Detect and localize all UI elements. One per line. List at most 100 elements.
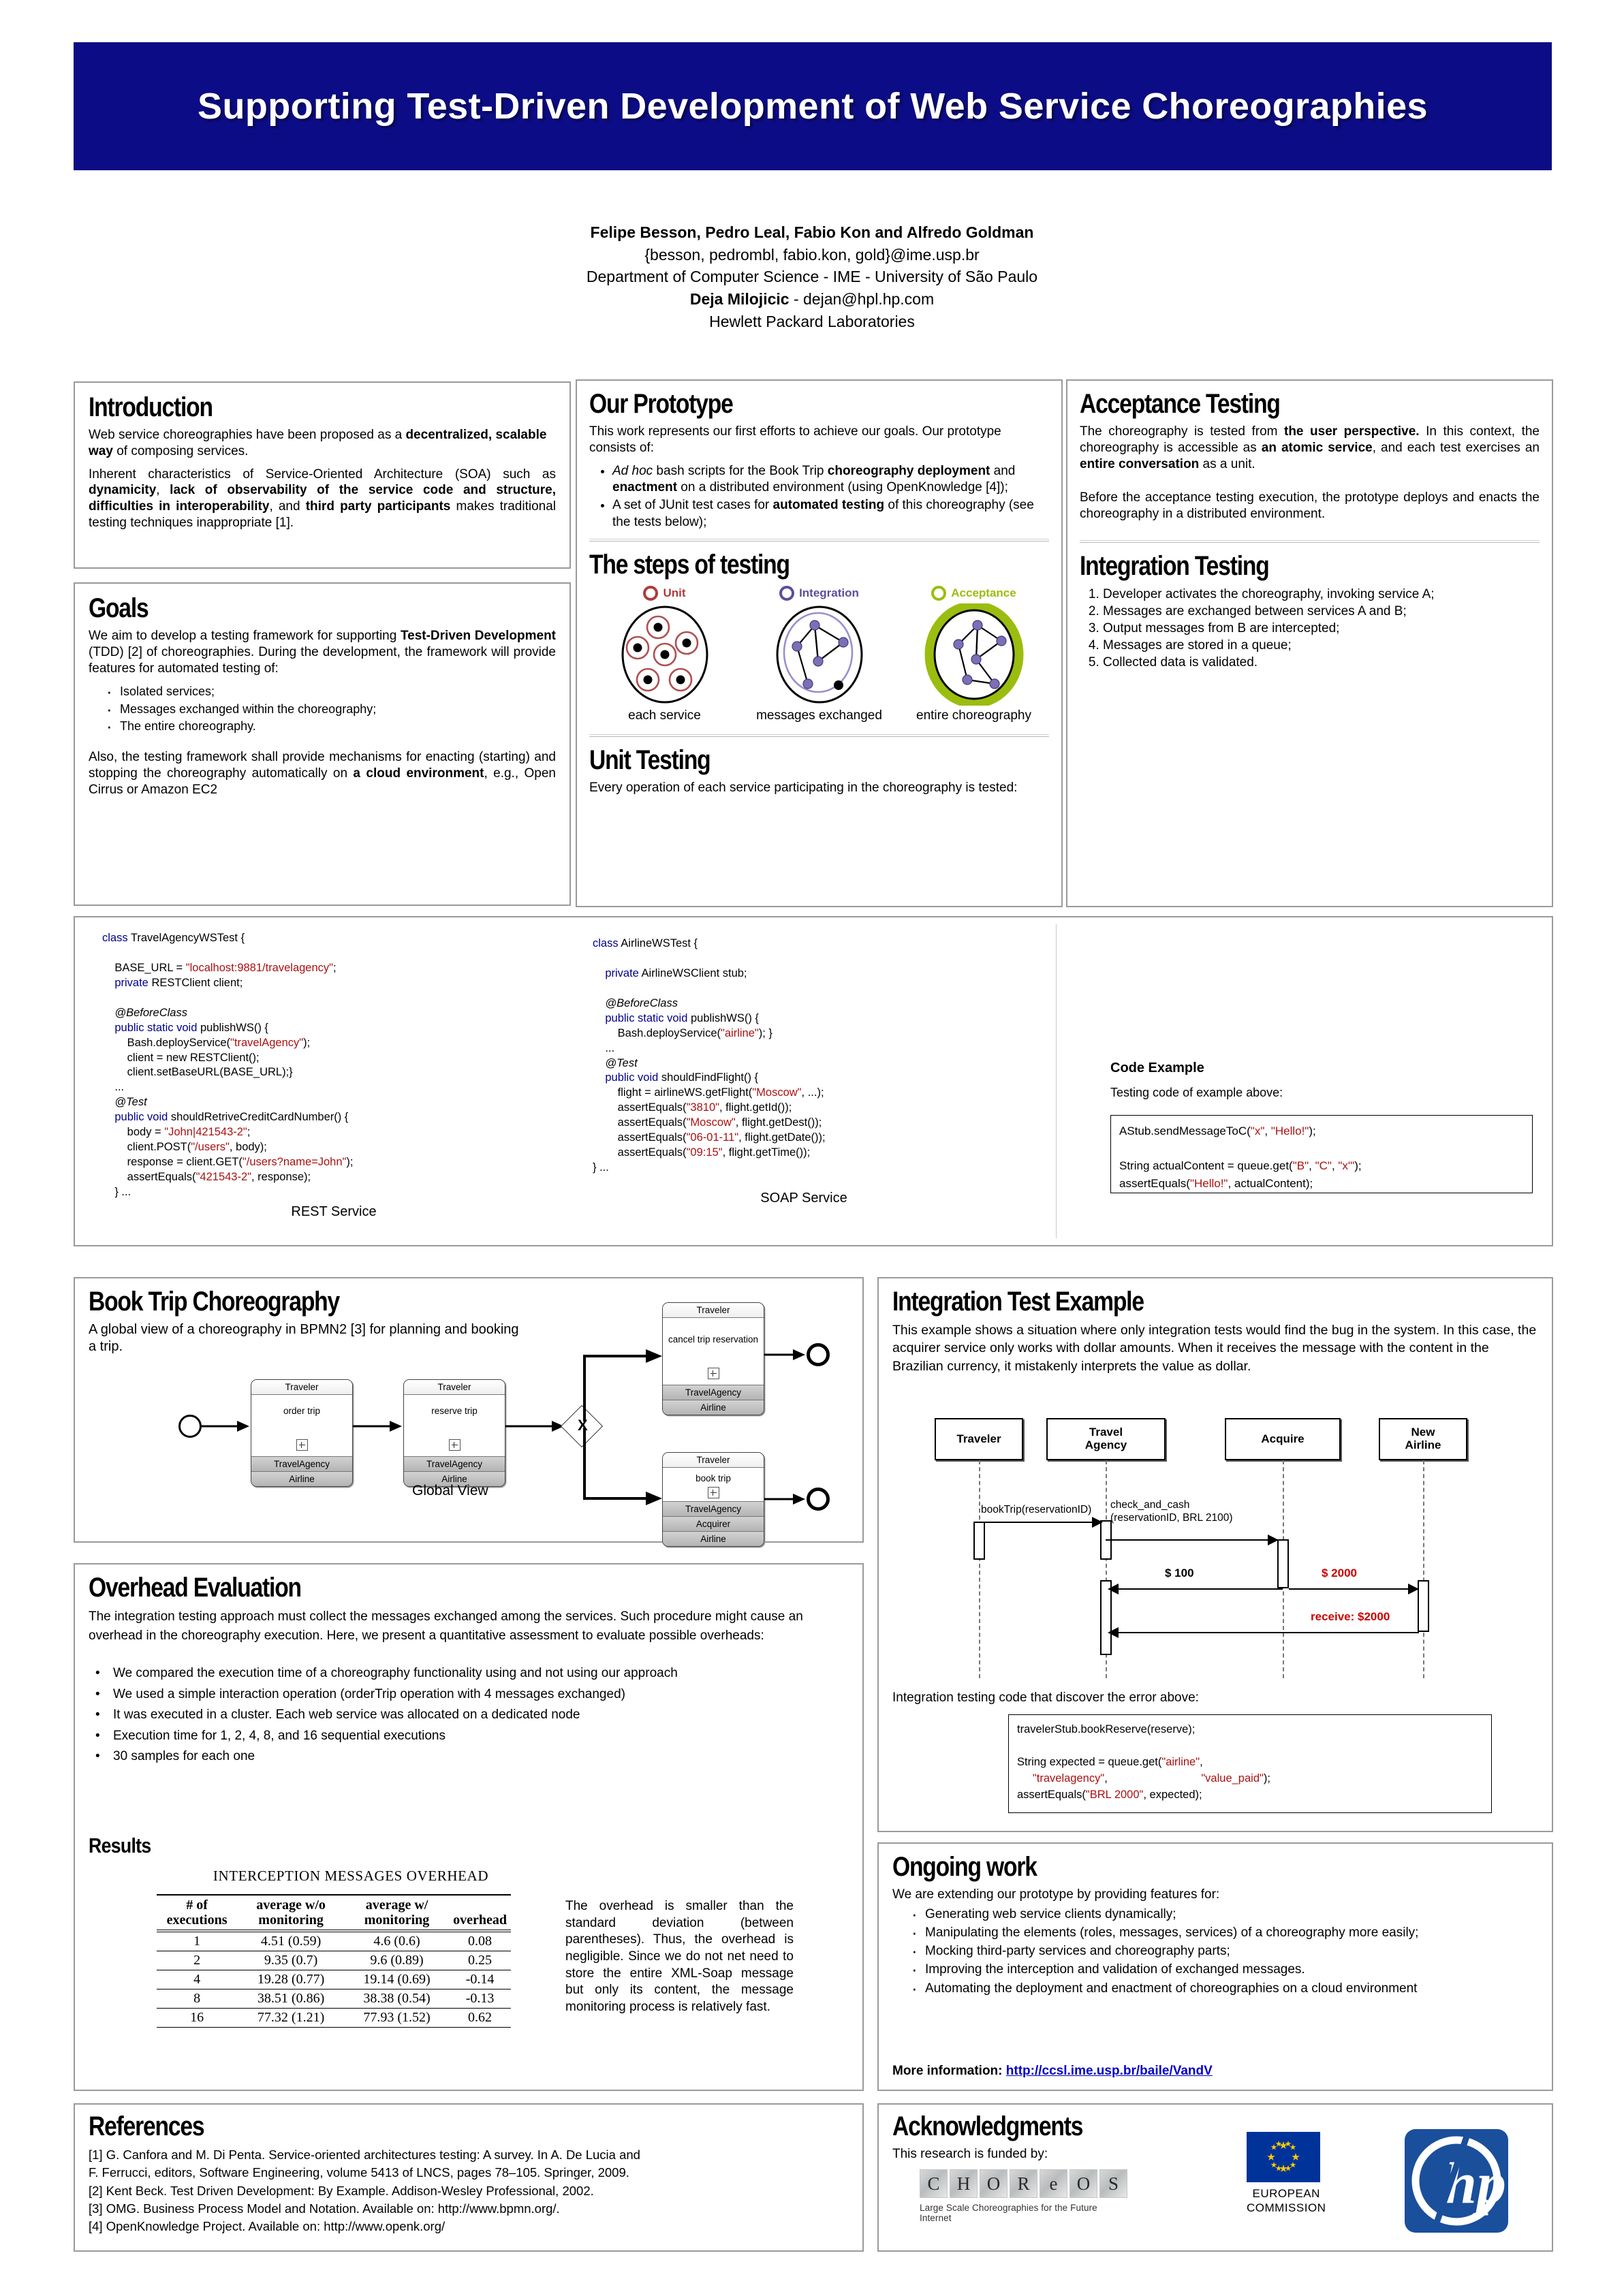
rest-code-text: class TravelAgencyWSTest { BASE_URL = "l… <box>102 932 354 1198</box>
table-col-header: average w/ monitoring <box>344 1894 450 1930</box>
reference-item: [4] OpenKnowledge Project. Available on:… <box>89 2219 446 2234</box>
list-item: Messages exchanged within the choreograp… <box>106 697 556 721</box>
more-information-link[interactable]: http://ccsl.ime.usp.br/baile/VandV <box>1006 2064 1213 2078</box>
divider <box>1056 924 1057 1238</box>
message-checkcash-arrow <box>1268 1535 1279 1545</box>
list-item: • 30 samples for each one <box>95 1749 255 1764</box>
bpmn-role-label: TravelAgency <box>663 1501 764 1516</box>
message-receive-label: receive: $2000 <box>1311 1610 1390 1623</box>
acceptance-integration-panel: Acceptance Testing The choreography is t… <box>1066 379 1553 907</box>
table-row: 2 9.35 (0.7) 9.6 (0.89) 0.25 <box>157 1951 511 1970</box>
ongoing-panel: Ongoing work We are extending our protot… <box>877 1842 1553 2091</box>
table-cell: 1 <box>157 1932 238 1951</box>
step-integration-label: Integration <box>799 586 859 600</box>
soap-code-block: class AirlineWSTest { private AirlineWSC… <box>593 937 1015 1206</box>
table-cell: 4 <box>157 1970 238 1990</box>
message-2000-line <box>1289 1588 1411 1590</box>
integration-ring-icon <box>779 586 795 601</box>
rest-code-block: class TravelAgencyWSTest { BASE_URL = "l… <box>102 931 565 1220</box>
integration-example-paragraph: This example shows a situation where onl… <box>892 1323 1537 1374</box>
unit-ring-icon <box>643 586 659 601</box>
ongoing-paragraph: We are extending our prototype by provid… <box>892 1887 1220 1902</box>
bpmn-role-label: Traveler <box>251 1380 352 1395</box>
acceptance-paragraph-1: The choreography is tested from the user… <box>1080 424 1540 471</box>
step-acceptance-caption: entire choreography <box>916 708 1031 723</box>
list-item: Improving the interception and validatio… <box>911 1957 1538 1982</box>
bpmn-role-label: TravelAgency <box>663 1385 764 1400</box>
lifeline-head-acquire: Acquire <box>1225 1418 1341 1460</box>
table-row: 1 4.51 (0.59) 4.6 (0.6) 0.08 <box>157 1932 511 1951</box>
list-item: Mocking third-party services and choreog… <box>911 1939 1538 1964</box>
expand-icon <box>707 1487 719 1498</box>
table-cell: 19.14 (0.69) <box>344 1970 450 1990</box>
unit-testing-heading: Unit Testing <box>589 745 711 776</box>
bpmn-task-order-trip: Traveler order trip TravelAgency Airline <box>251 1379 353 1487</box>
choreos-letter-tile: O <box>1069 2169 1097 2198</box>
code-example-block: Code Example Testing code of example abo… <box>1110 1060 1533 1193</box>
eu-stars-icon <box>1267 2141 1300 2172</box>
table-cell: 38.51 (0.86) <box>237 1989 345 2009</box>
introduction-paragraph-2: Inherent characteristics of Service-Orie… <box>89 467 557 530</box>
table-cell: 0.25 <box>449 1951 511 1970</box>
table-row: 4 19.28 (0.77) 19.14 (0.69) -0.14 <box>157 1970 511 1990</box>
bpmn-diagram: Traveler order trip TravelAgency Airline… <box>75 1278 865 1547</box>
page-title: Supporting Test-Driven Development of We… <box>198 86 1428 127</box>
step-acceptance-label-row: Acceptance <box>899 586 1049 601</box>
references-panel: References [1] G. Canfora and M. Di Pent… <box>74 2103 864 2252</box>
bpmn-role-label: Traveler <box>663 1453 764 1468</box>
expand-icon <box>707 1368 719 1379</box>
list-item: Automating the deployment and enactment … <box>911 1977 1538 2001</box>
bpmn-branch-arrow-up <box>583 1349 662 1421</box>
prototype-heading: Our Prototype <box>589 389 734 419</box>
goals-bullet-list: Isolated services; Messages exchanged wi… <box>89 680 556 738</box>
integration-example-heading: Integration Test Example <box>892 1287 1144 1317</box>
message-checkcash-line <box>1106 1539 1270 1541</box>
bpmn-role-label: Traveler <box>663 1303 764 1318</box>
table-cell: -0.13 <box>449 1989 511 2009</box>
message-receive-line <box>1114 1632 1419 1633</box>
prototype-paragraph-1: This work represents our first efforts t… <box>589 424 1001 455</box>
integration-diagram-icon <box>776 606 862 704</box>
bpmn-branch-arrow-down <box>583 1428 662 1505</box>
acceptance-diagram-icon <box>924 603 1023 706</box>
code-example-text: AStub.sendMessageToC("x", "Hello!"); Str… <box>1119 1125 1362 1190</box>
overhead-heading: Overhead Evaluation <box>89 1573 302 1603</box>
message-100-label: $ 100 <box>1165 1567 1194 1579</box>
step-acceptance-label: Acceptance <box>951 586 1016 600</box>
list-item: Generating web service clients dynamical… <box>911 1902 1538 1927</box>
message-2000-label: $ 2000 <box>1322 1567 1357 1579</box>
message-booktrip-label: bookTrip(reservationID) <box>981 1504 1092 1515</box>
bpmn-arrow <box>505 1421 564 1432</box>
bpmn-role-label: Airline <box>663 1400 764 1415</box>
introduction-heading: Introduction <box>89 392 213 422</box>
message-100-line <box>1114 1588 1283 1590</box>
integration-code-box: travelerStub.bookReserve(reserve); Strin… <box>1008 1714 1492 1813</box>
testing-steps-figure: Unit each service Integration messages e… <box>589 586 1049 723</box>
table-cell: 38.38 (0.54) <box>344 1989 450 2009</box>
list-item: Output messages from B are intercepted; <box>1103 620 1540 637</box>
expand-icon <box>296 1439 308 1451</box>
bpmn-task-reserve-trip: Traveler reserve trip TravelAgency Airli… <box>403 1379 505 1487</box>
results-side-text: The overhead is smaller than the standar… <box>565 1899 794 2015</box>
hp-logo-icon: hp <box>1411 2133 1506 2230</box>
bpmn-task-label: book trip <box>696 1473 731 1483</box>
table-cell: 4.51 (0.59) <box>237 1932 345 1951</box>
code-examples-panel: class TravelAgencyWSTest { BASE_URL = "l… <box>74 916 1553 1246</box>
step-integration-label-row: Integration <box>744 586 894 601</box>
steps-heading: The steps of testing <box>589 550 790 580</box>
table-row: 16 77.32 (1.21) 77.93 (1.52) 0.62 <box>157 2008 511 2028</box>
global-view-label: Global View <box>412 1483 488 1498</box>
list-item: Messages are stored in a queue; <box>1103 637 1540 654</box>
step-acceptance: Acceptance entire choreography <box>899 586 1049 723</box>
bpmn-end-event-cancel <box>807 1343 830 1366</box>
choreos-letter-tile: e <box>1040 2169 1067 2198</box>
choreos-logo: CHOReOS Large Scale Choreographies for t… <box>920 2169 1127 2223</box>
divider <box>589 539 1049 542</box>
overhead-paragraph: The integration testing approach must co… <box>89 1609 803 1643</box>
activation-acquire <box>1277 1539 1289 1588</box>
choreos-tagline: Large Scale Choreographies for the Futur… <box>920 2203 1097 2223</box>
choreos-letter-tile: O <box>980 2169 1008 2198</box>
message-100-arrow <box>1108 1584 1119 1594</box>
introduction-paragraph-1: Web service choreographies have been pro… <box>89 428 547 458</box>
reference-item: [1] G. Canfora and M. Di Penta. Service-… <box>89 2148 640 2162</box>
